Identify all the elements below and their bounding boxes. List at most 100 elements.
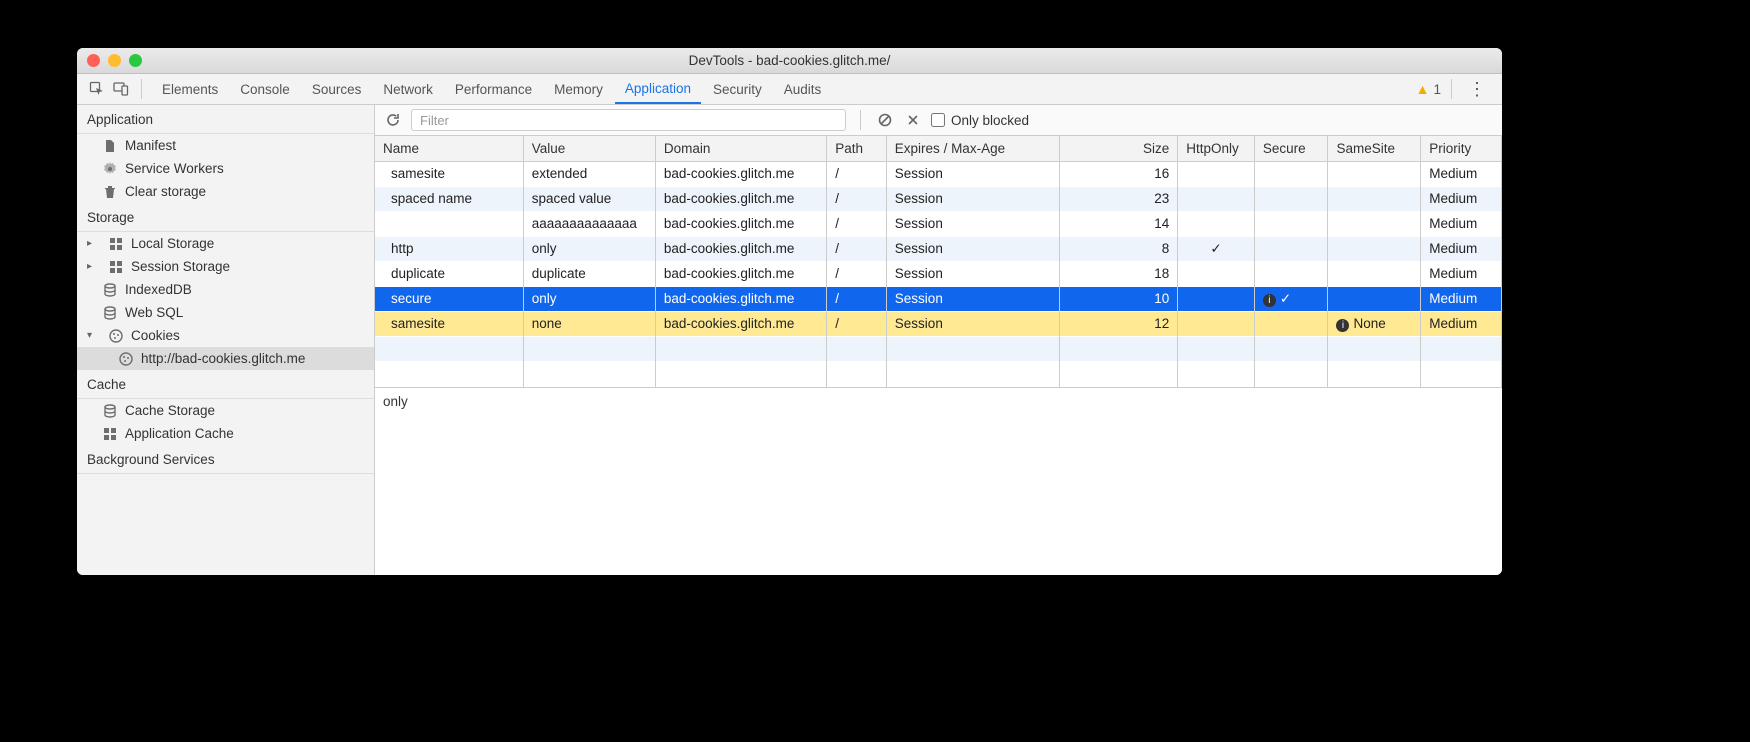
cell-name: secure xyxy=(375,286,523,311)
tab-performance[interactable]: Performance xyxy=(445,74,542,104)
cell-name: http xyxy=(375,236,523,261)
table-row[interactable]: httponlybad-cookies.glitch.me/Session8✓M… xyxy=(375,236,1502,261)
cell-domain: bad-cookies.glitch.me xyxy=(655,286,826,311)
window-controls xyxy=(87,54,142,67)
table-row[interactable]: secureonlybad-cookies.glitch.me/Session1… xyxy=(375,286,1502,311)
cookies-toolbar: Only blocked xyxy=(375,105,1502,136)
cell-httpOnly xyxy=(1178,261,1255,286)
column-header[interactable]: SameSite xyxy=(1328,136,1421,161)
cell-size: 16 xyxy=(1060,161,1178,186)
main-panel: Only blocked NameValueDomainPathExpires … xyxy=(375,105,1502,575)
db-icon xyxy=(103,283,117,297)
minimize-window-button[interactable] xyxy=(108,54,121,67)
column-header[interactable]: Value xyxy=(523,136,655,161)
cell-domain: bad-cookies.glitch.me xyxy=(655,161,826,186)
sidebar-item-label: Service Workers xyxy=(125,161,224,176)
refresh-icon[interactable] xyxy=(383,110,403,130)
sidebar-heading: Cache xyxy=(77,370,374,399)
sidebar-item-label: Cookies xyxy=(131,328,180,343)
column-header[interactable]: Priority xyxy=(1421,136,1502,161)
sidebar-item-label: Application Cache xyxy=(125,426,234,441)
cell-value: only xyxy=(523,286,655,311)
cell-secure xyxy=(1254,186,1328,211)
sidebar-item-http-bad-cookies-glitch-me[interactable]: http://bad-cookies.glitch.me xyxy=(77,347,374,370)
cell-path: / xyxy=(827,261,887,286)
cell-sameSite xyxy=(1328,236,1421,261)
close-window-button[interactable] xyxy=(87,54,100,67)
trash-icon xyxy=(103,185,117,199)
tab-application[interactable]: Application xyxy=(615,74,701,104)
tab-sources[interactable]: Sources xyxy=(302,74,372,104)
cell-domain: bad-cookies.glitch.me xyxy=(655,211,826,236)
filter-input[interactable] xyxy=(411,109,846,131)
only-blocked-checkbox[interactable]: Only blocked xyxy=(931,113,1029,128)
table-row[interactable]: samesiteextendedbad-cookies.glitch.me/Se… xyxy=(375,161,1502,186)
cell-expires: Session xyxy=(886,186,1059,211)
cell-sameSite: iNone xyxy=(1328,311,1421,336)
inspect-icon[interactable] xyxy=(87,79,107,99)
column-header[interactable]: Name xyxy=(375,136,523,161)
sidebar-item-session-storage[interactable]: ▸Session Storage xyxy=(77,255,374,278)
sidebar-item-service-workers[interactable]: Service Workers xyxy=(77,157,374,180)
cell-name: samesite xyxy=(375,311,523,336)
only-blocked-input[interactable] xyxy=(931,113,945,127)
cell-domain: bad-cookies.glitch.me xyxy=(655,311,826,336)
cell-sameSite xyxy=(1328,161,1421,186)
column-header[interactable]: Secure xyxy=(1254,136,1328,161)
cell-httpOnly xyxy=(1178,186,1255,211)
cell-domain: bad-cookies.glitch.me xyxy=(655,186,826,211)
tab-console[interactable]: Console xyxy=(230,74,300,104)
sidebar-item-manifest[interactable]: Manifest xyxy=(77,134,374,157)
more-menu-icon[interactable]: ⋮ xyxy=(1462,79,1492,100)
table-row[interactable]: aaaaaaaaaaaaaabad-cookies.glitch.me/Sess… xyxy=(375,211,1502,236)
cell-path: / xyxy=(827,161,887,186)
tab-memory[interactable]: Memory xyxy=(544,74,613,104)
sidebar-item-indexeddb[interactable]: IndexedDB xyxy=(77,278,374,301)
table-row[interactable]: samesitenonebad-cookies.glitch.me/Sessio… xyxy=(375,311,1502,336)
cell-httpOnly xyxy=(1178,211,1255,236)
clear-all-icon[interactable] xyxy=(875,110,895,130)
cell-sameSite xyxy=(1328,211,1421,236)
table-row[interactable]: spaced namespaced valuebad-cookies.glitc… xyxy=(375,186,1502,211)
table-row-empty xyxy=(375,336,1502,361)
table-row-empty xyxy=(375,361,1502,386)
sidebar-item-web-sql[interactable]: Web SQL xyxy=(77,301,374,324)
sidebar-heading: Background Services xyxy=(77,445,374,474)
only-blocked-label: Only blocked xyxy=(951,113,1029,128)
titlebar: DevTools - bad-cookies.glitch.me/ xyxy=(77,48,1502,74)
cell-sameSite xyxy=(1328,186,1421,211)
cell-name: samesite xyxy=(375,161,523,186)
column-header[interactable]: HttpOnly xyxy=(1178,136,1255,161)
tab-elements[interactable]: Elements xyxy=(152,74,228,104)
cell-httpOnly: ✓ xyxy=(1178,236,1255,261)
tab-network[interactable]: Network xyxy=(373,74,443,104)
sidebar-item-local-storage[interactable]: ▸Local Storage xyxy=(77,232,374,255)
sidebar-item-label: Web SQL xyxy=(125,305,183,320)
cell-priority: Medium xyxy=(1421,261,1502,286)
sidebar-item-label: Session Storage xyxy=(131,259,230,274)
cell-httpOnly xyxy=(1178,161,1255,186)
delete-selected-icon[interactable] xyxy=(903,110,923,130)
column-header[interactable]: Expires / Max-Age xyxy=(886,136,1059,161)
zoom-window-button[interactable] xyxy=(129,54,142,67)
column-header[interactable]: Size xyxy=(1060,136,1178,161)
cell-secure: i✓ xyxy=(1254,286,1328,311)
sidebar-item-application-cache[interactable]: Application Cache xyxy=(77,422,374,445)
cell-domain: bad-cookies.glitch.me xyxy=(655,261,826,286)
cell-expires: Session xyxy=(886,211,1059,236)
table-row[interactable]: duplicateduplicatebad-cookies.glitch.me/… xyxy=(375,261,1502,286)
cell-expires: Session xyxy=(886,261,1059,286)
window-title: DevTools - bad-cookies.glitch.me/ xyxy=(689,53,891,68)
sidebar-item-cookies[interactable]: ▾Cookies xyxy=(77,324,374,347)
cell-priority: Medium xyxy=(1421,211,1502,236)
db-icon xyxy=(103,404,117,418)
column-header[interactable]: Domain xyxy=(655,136,826,161)
tab-audits[interactable]: Audits xyxy=(774,74,832,104)
warnings-badge[interactable]: ▲ 1 xyxy=(1416,81,1441,97)
device-toggle-icon[interactable] xyxy=(111,79,131,99)
sidebar-item-cache-storage[interactable]: Cache Storage xyxy=(77,399,374,422)
tab-security[interactable]: Security xyxy=(703,74,772,104)
chevron-icon: ▸ xyxy=(87,238,97,249)
sidebar-item-clear-storage[interactable]: Clear storage xyxy=(77,180,374,203)
column-header[interactable]: Path xyxy=(827,136,887,161)
